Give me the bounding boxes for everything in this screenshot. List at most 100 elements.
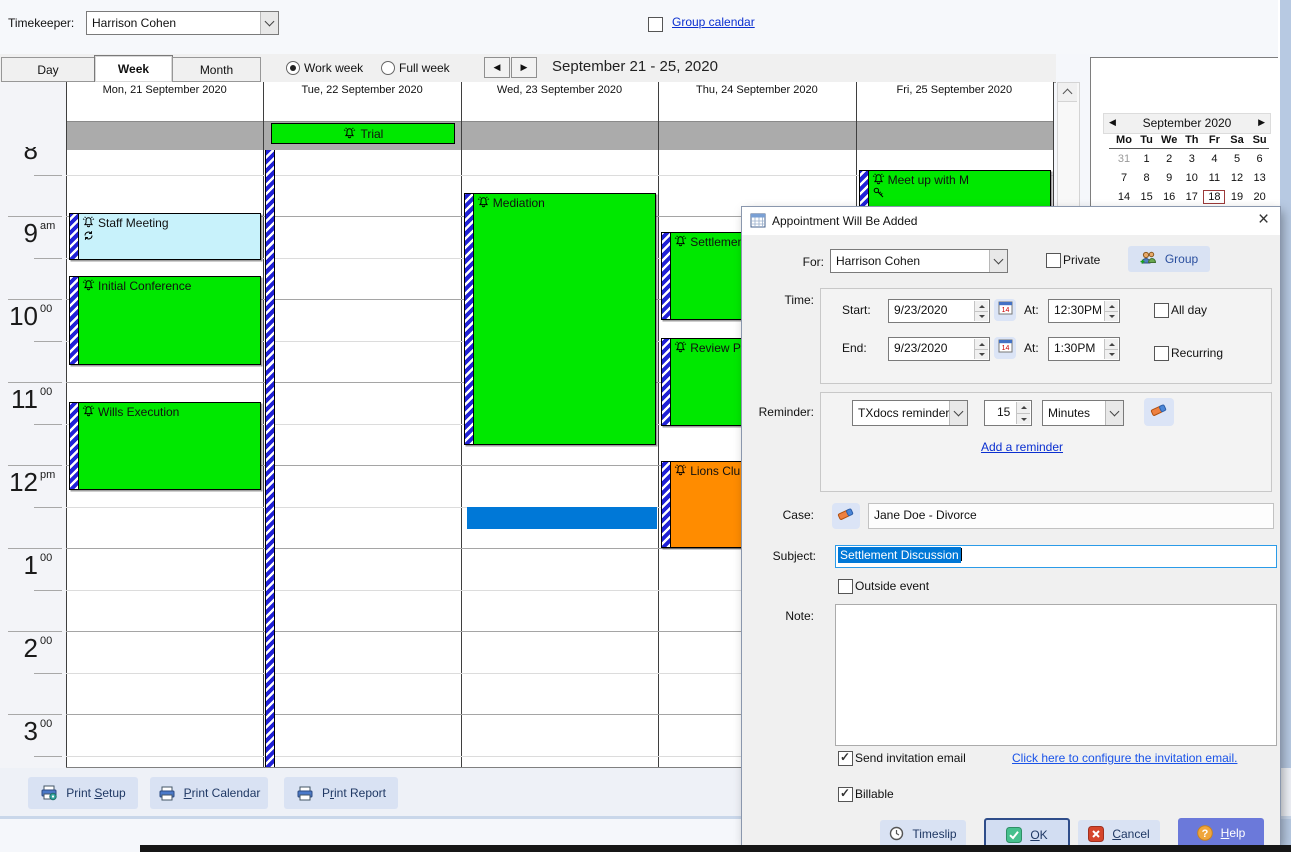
all-day-event[interactable]: Trial	[271, 123, 455, 144]
mini-day-cell[interactable]: 1	[1136, 153, 1158, 165]
eraser-icon	[837, 506, 855, 527]
end-date-field[interactable]: 9/23/2020	[888, 337, 990, 361]
mini-day-cell[interactable]: 4	[1203, 153, 1225, 165]
view-bar: DayWeekMonth Work weekFull week ◀ ▶ Sept…	[0, 54, 1056, 83]
day-header[interactable]: Fri, 25 September 2020	[856, 84, 1053, 100]
mini-day-cell[interactable]: 5	[1226, 153, 1248, 165]
mini-day-cell[interactable]: 31	[1113, 153, 1135, 165]
chevron-down-icon[interactable]	[1105, 401, 1123, 425]
eraser-icon	[1150, 402, 1168, 423]
reminder-spinner[interactable]	[1016, 402, 1030, 424]
mini-day-cell[interactable]: 2	[1158, 153, 1180, 165]
start-time-spinner[interactable]	[1104, 301, 1118, 321]
outside-event-label: Outside event	[855, 579, 929, 593]
end-date-picker-button[interactable]: 14	[994, 337, 1016, 359]
mini-day-cell[interactable]: 13	[1249, 172, 1271, 184]
day-header[interactable]: Thu, 24 September 2020	[658, 84, 855, 100]
for-select[interactable]: Harrison Cohen	[830, 249, 1008, 273]
print-button-print-setup[interactable]: Print Setup	[28, 777, 138, 809]
mini-day-cell[interactable]: 11	[1203, 172, 1225, 184]
start-date-spinner[interactable]	[974, 301, 988, 321]
day-header[interactable]: Wed, 23 September 2020	[461, 84, 658, 100]
dialog-title-bar[interactable]: Appointment Will Be Added ×	[742, 207, 1280, 235]
group-calendar-checkbox[interactable]	[648, 17, 663, 32]
configure-invitation-link[interactable]: Click here to configure the invitation e…	[1012, 751, 1237, 765]
chevron-down-icon[interactable]	[949, 401, 967, 425]
mini-day-cell[interactable]: 12	[1226, 172, 1248, 184]
outside-event-checkbox[interactable]	[838, 579, 853, 594]
private-checkbox[interactable]	[1046, 253, 1061, 268]
selected-time-slot[interactable]	[467, 507, 657, 529]
mini-day-cell[interactable]: 18	[1203, 190, 1225, 204]
reminder-value-field[interactable]: 15	[984, 400, 1032, 426]
mini-day-cell[interactable]: 8	[1136, 172, 1158, 184]
reminder-unit-select[interactable]: Minutes	[1042, 400, 1124, 426]
close-icon[interactable]: ×	[1258, 209, 1269, 231]
billable-checkbox[interactable]	[838, 787, 853, 802]
next-week-button[interactable]: ▶	[511, 57, 537, 78]
print-button-print-report[interactable]: Print Report	[284, 777, 398, 809]
mini-day-header: Fr	[1203, 134, 1225, 146]
mini-day-header: Su	[1249, 134, 1271, 146]
scroll-up-button[interactable]	[1058, 83, 1077, 102]
calendar-event[interactable]: Staff Meeting	[69, 213, 261, 260]
end-date-spinner[interactable]	[974, 339, 988, 359]
group-button[interactable]: Group	[1128, 246, 1210, 272]
reminder-bell-icon	[674, 464, 687, 480]
end-time-field[interactable]: 1:30PM	[1048, 337, 1120, 361]
day-header[interactable]: Mon, 21 September 2020	[66, 84, 263, 100]
print-button-print-calendar[interactable]: Print Calendar	[150, 777, 268, 809]
clear-case-button[interactable]	[832, 503, 860, 529]
end-time-spinner[interactable]	[1104, 339, 1118, 359]
all-day-checkbox[interactable]	[1154, 303, 1169, 318]
mini-day-cell[interactable]: 17	[1181, 191, 1203, 203]
clear-reminder-button[interactable]	[1144, 398, 1174, 426]
start-time-field[interactable]: 12:30PM	[1048, 299, 1120, 323]
busy-stripe	[70, 403, 79, 489]
svg-text:14: 14	[1001, 307, 1009, 314]
mini-day-cell[interactable]: 6	[1249, 153, 1271, 165]
chevron-down-icon[interactable]	[260, 12, 278, 34]
case-field[interactable]: Jane Doe - Divorce	[868, 503, 1274, 529]
mini-day-cell[interactable]: 14	[1113, 191, 1135, 203]
note-textarea[interactable]	[835, 604, 1277, 746]
mini-day-cell[interactable]: 7	[1113, 172, 1135, 184]
timekeeper-select[interactable]: Harrison Cohen	[86, 11, 279, 35]
calendar-event[interactable]: Initial Conference	[69, 276, 261, 365]
timeslip-button[interactable]: Timeslip	[880, 820, 966, 847]
add-reminder-link[interactable]: Add a reminder	[902, 440, 1142, 454]
tab-month[interactable]: Month	[172, 57, 261, 82]
tab-week[interactable]: Week	[94, 55, 173, 83]
tab-day[interactable]: Day	[1, 57, 95, 82]
recurring-checkbox[interactable]	[1154, 346, 1169, 361]
mini-day-cell[interactable]: 19	[1226, 191, 1248, 203]
calendar-event[interactable]: Wills Execution	[69, 402, 261, 490]
calendar-event[interactable]: Mediation	[464, 193, 656, 445]
start-label: Start:	[842, 303, 871, 317]
reminder-label: Reminder:	[748, 405, 814, 419]
group-calendar-link[interactable]: Group calendar	[672, 15, 755, 29]
mini-day-cell[interactable]: 3	[1181, 153, 1203, 165]
start-date-field[interactable]: 9/23/2020	[888, 299, 990, 323]
cancel-button[interactable]: Cancel	[1078, 820, 1160, 847]
chevron-down-icon[interactable]	[989, 250, 1007, 272]
send-invitation-checkbox[interactable]	[838, 751, 853, 766]
mini-day-cell[interactable]: 9	[1158, 172, 1180, 184]
mini-day-cell[interactable]: 15	[1136, 191, 1158, 203]
mini-day-cell[interactable]: 16	[1158, 191, 1180, 203]
day-header[interactable]: Tue, 22 September 2020	[263, 84, 460, 100]
mini-day-cell[interactable]: 20	[1249, 191, 1271, 203]
radio-work-week[interactable]	[286, 61, 300, 75]
start-time-value: 12:30PM	[1054, 303, 1102, 317]
mini-next-icon[interactable]: ▶	[1258, 117, 1265, 128]
mini-day-cell[interactable]: 10	[1181, 172, 1203, 184]
help-button[interactable]: ?Help	[1178, 818, 1264, 848]
start-date-picker-button[interactable]: 14	[994, 299, 1016, 321]
reminder-type-select[interactable]: TXdocs reminder	[852, 400, 968, 426]
previous-week-button[interactable]: ◀	[484, 57, 510, 78]
group-button-label: Group	[1165, 252, 1198, 266]
bottom-window-edge	[140, 845, 1291, 852]
subject-input[interactable]: Settlement Discussion	[835, 545, 1277, 568]
radio-full-week[interactable]	[381, 61, 395, 75]
all-day-band[interactable]	[66, 121, 1053, 152]
